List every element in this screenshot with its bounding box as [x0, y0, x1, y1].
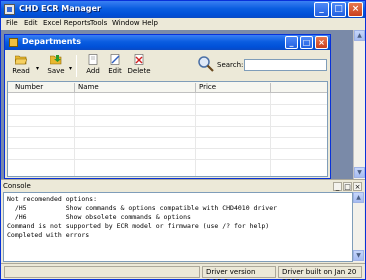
- departments-grid[interactable]: Number Name Price: [7, 81, 328, 177]
- departments-window: Departments _ □ × Read ▾ Save ▾ Add Edit…: [4, 34, 331, 179]
- delete-document-icon: [134, 54, 144, 65]
- folder-save-icon: [50, 55, 62, 65]
- grid-line: [270, 93, 271, 176]
- save-button[interactable]: Save: [42, 53, 70, 79]
- menu-tools[interactable]: Tools: [90, 19, 107, 27]
- magnifier-icon: [198, 56, 214, 72]
- console-restore-icon[interactable]: □: [343, 182, 352, 191]
- grid-line: [8, 137, 327, 138]
- save-dropdown-icon[interactable]: ▾: [69, 65, 75, 72]
- edit-document-icon: [110, 54, 120, 65]
- read-button[interactable]: Read: [7, 53, 35, 79]
- grid-line: [8, 104, 327, 105]
- save-label: Save: [47, 67, 65, 75]
- console-scrollbar[interactable]: ▲ ▼: [353, 192, 364, 262]
- close-button[interactable]: ×: [348, 2, 363, 17]
- menu-window[interactable]: Window: [112, 19, 140, 27]
- console-scroll-up-icon[interactable]: ▲: [353, 192, 364, 203]
- menu-bar: File Edit Excel Reports Tools Window Hel…: [1, 18, 365, 30]
- toolbar-separator: [76, 55, 77, 77]
- departments-icon: [9, 38, 18, 47]
- status-panel-empty: [4, 266, 200, 278]
- console-line: Completed with errors: [7, 231, 90, 239]
- read-label: Read: [12, 67, 30, 75]
- child-close-button[interactable]: ×: [315, 36, 328, 49]
- menu-file[interactable]: File: [6, 19, 18, 27]
- grid-line: [74, 93, 75, 176]
- add-document-icon: [88, 54, 98, 65]
- console-minimize-icon[interactable]: _: [333, 182, 342, 191]
- console-line: /H6 Show obsolete commands & options: [7, 213, 191, 221]
- scroll-up-icon[interactable]: ▲: [354, 30, 365, 41]
- console-scroll-down-icon[interactable]: ▼: [353, 250, 364, 261]
- grid-line: [8, 126, 327, 127]
- grid-line: [8, 159, 327, 160]
- grid-line: [8, 148, 327, 149]
- menu-excel-reports[interactable]: Excel Reports: [43, 19, 91, 27]
- driver-built: Driver built on Jan 20 2009: [278, 266, 362, 280]
- column-price[interactable]: Price: [199, 83, 216, 91]
- driver-version: Driver version 2.15.0: [202, 266, 276, 280]
- departments-title: Departments: [22, 37, 82, 46]
- console-line: Command is not supported by ECR model or…: [7, 222, 270, 230]
- console-line: /H5 Show commands & options compatible w…: [7, 204, 278, 212]
- grid-line: [8, 115, 327, 116]
- console-panel: Console _ □ × Not recomended options: /H…: [1, 179, 365, 262]
- menu-help[interactable]: Help: [142, 19, 158, 27]
- scroll-down-icon[interactable]: ▼: [354, 167, 365, 178]
- maximize-button[interactable]: □: [331, 2, 346, 17]
- console-close-icon[interactable]: ×: [353, 182, 362, 191]
- mdi-scrollbar[interactable]: ▲ ▼: [353, 30, 365, 179]
- search-label: Search:: [217, 61, 244, 69]
- search-input[interactable]: [244, 59, 327, 71]
- console-line: Not recomended options:: [7, 195, 98, 203]
- menu-edit[interactable]: Edit: [24, 19, 38, 27]
- departments-title-bar[interactable]: Departments _ □ ×: [5, 35, 330, 50]
- delete-label: Delete: [127, 67, 151, 75]
- column-number[interactable]: Number: [15, 83, 43, 91]
- console-output[interactable]: Not recomended options: /H5 Show command…: [3, 192, 353, 262]
- app-icon: [4, 4, 15, 15]
- folder-open-icon: [15, 55, 27, 65]
- toolbar: Read ▾ Save ▾ Add Edit Delete Search:: [5, 51, 330, 81]
- minimize-button[interactable]: _: [314, 2, 329, 17]
- status-bar: Driver version 2.15.0 Driver built on Ja…: [1, 263, 365, 280]
- child-restore-button[interactable]: □: [300, 36, 313, 49]
- grid-line: [195, 93, 196, 176]
- main-window: CHD ECR Manager _ □ × File Edit Excel Re…: [0, 0, 366, 280]
- app-title: CHD ECR Manager: [19, 4, 101, 13]
- grid-header: Number Name Price: [8, 82, 327, 94]
- child-minimize-button[interactable]: _: [285, 36, 298, 49]
- console-title: Console: [3, 182, 31, 190]
- column-name[interactable]: Name: [78, 83, 99, 91]
- title-bar[interactable]: CHD ECR Manager _ □ ×: [1, 1, 365, 18]
- delete-button[interactable]: Delete: [125, 53, 153, 79]
